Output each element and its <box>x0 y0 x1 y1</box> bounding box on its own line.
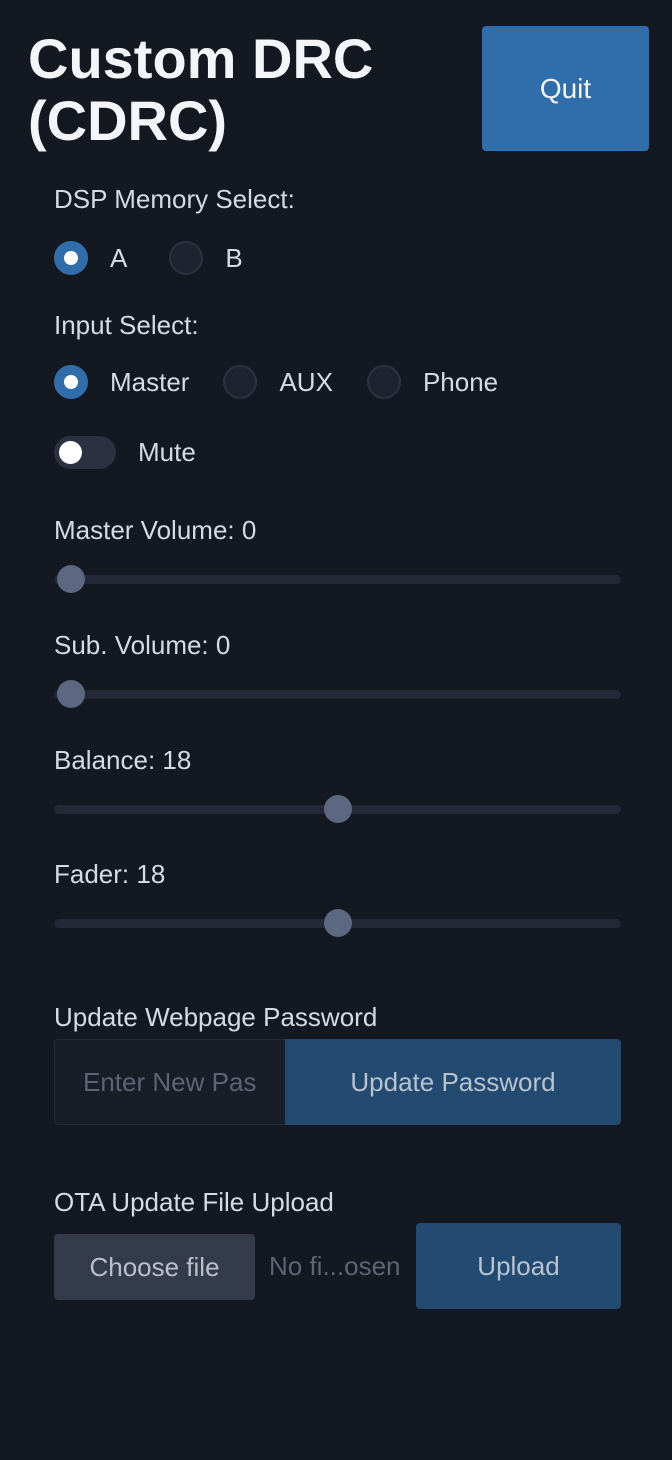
ota-section-label: OTA Update File Upload <box>54 1187 334 1217</box>
dsp-memory-radio-b-label: B <box>225 242 243 273</box>
slider-thumb[interactable] <box>323 909 352 937</box>
master-volume-label: Master Volume: 0 <box>54 515 257 545</box>
input-radio-aux-label: AUX <box>279 366 333 397</box>
mute-toggle-knob <box>59 441 82 464</box>
update-password-button[interactable]: Update Password <box>285 1039 621 1125</box>
mute-toggle[interactable] <box>54 436 116 469</box>
input-radio-master[interactable] <box>54 365 88 399</box>
master-volume-slider[interactable] <box>54 564 621 594</box>
balance-slider[interactable] <box>54 794 621 824</box>
slider-track <box>54 690 621 699</box>
ota-row: Choose file No fi...osen Upload <box>54 1223 621 1309</box>
sub-volume-label: Sub. Volume: 0 <box>54 630 231 660</box>
mute-label: Mute <box>138 437 196 467</box>
password-row: Update Password <box>54 1039 621 1125</box>
password-input[interactable] <box>54 1039 285 1125</box>
password-section-label: Update Webpage Password <box>54 1002 378 1032</box>
dsp-memory-radio-group: A B <box>54 240 277 276</box>
dsp-memory-radio-a[interactable] <box>54 241 88 275</box>
input-radio-phone-label: Phone <box>422 366 499 397</box>
choose-file-button[interactable]: Choose file <box>54 1234 255 1300</box>
quit-button[interactable]: Quit <box>482 26 649 151</box>
sub-volume-slider[interactable] <box>54 679 621 709</box>
slider-track <box>54 575 621 584</box>
file-status-text: No fi...osen <box>269 1250 401 1281</box>
input-radio-master-label: Master <box>110 366 190 397</box>
slider-thumb[interactable] <box>57 680 85 708</box>
input-select-label: Input Select: <box>54 310 199 340</box>
input-radio-phone[interactable] <box>366 365 401 399</box>
slider-thumb[interactable] <box>323 795 352 823</box>
slider-thumb[interactable] <box>57 565 85 593</box>
upload-button[interactable]: Upload <box>416 1223 621 1309</box>
dsp-memory-radio-a-label: A <box>110 242 128 273</box>
input-radio-aux[interactable] <box>223 365 258 399</box>
input-select-radio-group: Master AUX Phone <box>54 364 532 400</box>
fader-label: Fader: 18 <box>54 859 166 889</box>
dsp-memory-label: DSP Memory Select: <box>54 184 295 214</box>
page-title: Custom DRC (CDRC) <box>28 27 374 152</box>
dsp-memory-radio-b[interactable] <box>169 241 204 275</box>
balance-label: Balance: 18 <box>54 745 192 775</box>
fader-slider[interactable] <box>54 908 621 938</box>
